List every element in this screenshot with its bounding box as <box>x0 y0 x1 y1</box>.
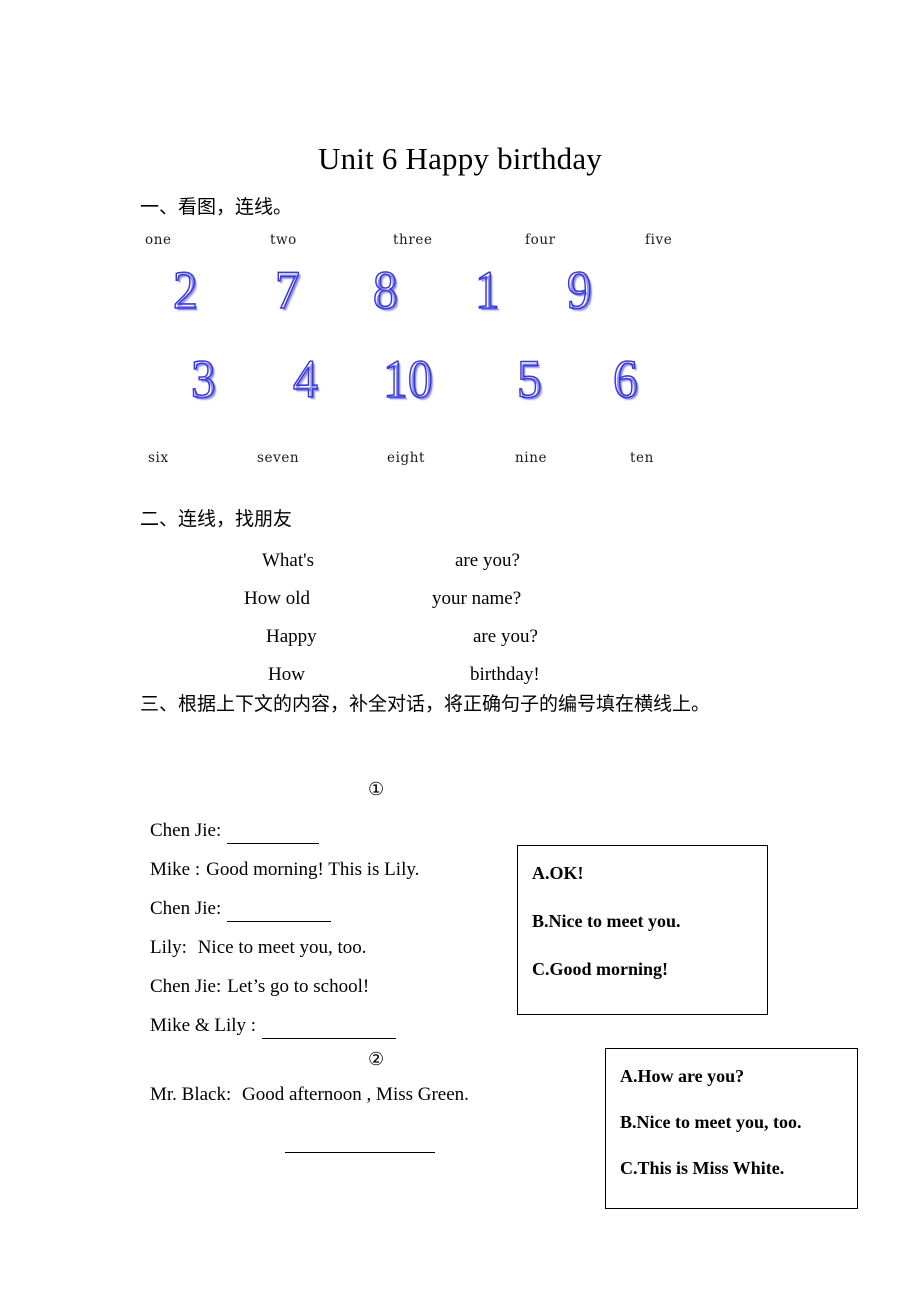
number-matching-figure: one two three four five 2 7 8 1 9 3 4 10… <box>135 228 715 478</box>
section-three-heading: 三、根据上下文的内容，补全对话，将正确句子的编号填在横线上。 <box>140 694 711 715</box>
phrase-matching-block: What's are you? How old your name? Happy… <box>140 545 780 697</box>
number-digit-10: 10 <box>382 349 433 409</box>
number-word-six: six <box>148 450 169 466</box>
option-a[interactable]: A.OK! <box>532 862 753 884</box>
dialogue-text: Good afternoon , Miss Green. <box>237 1084 469 1105</box>
match-right-are-you-1[interactable]: are you? <box>455 548 520 574</box>
section-two-heading: 二、连线，找朋友 <box>140 509 293 530</box>
answer-options-box-one: A.OK! B.Nice to meet you. C.Good morning… <box>517 845 768 1015</box>
dialogue-line: Chen Jie: Let’s go to school! <box>150 974 520 1013</box>
dialogue-line: Chen Jie: <box>150 818 520 857</box>
number-word-nine: nine <box>515 450 548 466</box>
number-digit-6: 6 <box>612 349 638 409</box>
answer-blank[interactable] <box>285 1140 435 1153</box>
page-title: Unit 6 Happy birthday <box>317 141 603 176</box>
match-left-whats[interactable]: What's <box>262 548 314 574</box>
match-right-birthday[interactable]: birthday! <box>470 662 540 688</box>
match-left-how[interactable]: How <box>268 662 305 688</box>
number-word-two: two <box>270 232 297 248</box>
dialogue-two: Mr. Black: Good afternoon , Miss Green. <box>150 1082 570 1121</box>
number-word-four: four <box>525 232 556 248</box>
section-one-heading: 一、看图，连线。 <box>140 197 293 218</box>
number-digit-4: 4 <box>292 349 318 409</box>
number-digit-7: 7 <box>274 260 300 320</box>
match-row: Happy are you? <box>140 621 780 659</box>
option-b[interactable]: B.Nice to meet you. <box>532 910 753 932</box>
speaker-label: Mike & Lily : <box>150 1015 257 1036</box>
answer-blank[interactable] <box>227 826 320 844</box>
match-right-your-name[interactable]: your name? <box>432 586 521 612</box>
dialogue-line: Mr. Black: Good afternoon , Miss Green. <box>150 1082 570 1121</box>
match-left-how-old[interactable]: How old <box>244 586 310 612</box>
dialogue-text: Let’s go to school! <box>227 976 370 997</box>
dialogue-one-marker: ① <box>368 779 385 799</box>
dialogue-one: Chen Jie: Mike : Good morning! This is Li… <box>150 818 520 1052</box>
dialogue-line: Mike : Good morning! This is Lily. <box>150 857 520 896</box>
speaker-label: Chen Jie: <box>150 898 222 919</box>
number-digit-3: 3 <box>190 349 216 409</box>
option-c[interactable]: C.Good morning! <box>532 958 753 980</box>
dialogue-line: Chen Jie: <box>150 896 520 935</box>
speaker-label: Chen Jie: <box>150 820 222 841</box>
option-a[interactable]: A.How are you? <box>620 1065 843 1087</box>
dialogue-text: Nice to meet you, too. <box>192 937 367 958</box>
option-c[interactable]: C.This is Miss White. <box>620 1157 843 1179</box>
speaker-label: Lily: <box>150 937 187 958</box>
answer-options-box-two: A.How are you? B.Nice to meet you, too. … <box>605 1048 858 1209</box>
worksheet-page: Unit 6 Happy birthday 一、看图，连线。 one two t… <box>0 0 920 1302</box>
dialogue-line: Lily: Nice to meet you, too. <box>150 935 520 974</box>
speaker-label: Mike : <box>150 859 201 880</box>
number-word-ten: ten <box>630 450 654 466</box>
number-word-five: five <box>645 232 673 248</box>
number-digit-1: 1 <box>474 260 500 320</box>
dialogue-two-marker: ② <box>368 1049 385 1069</box>
option-b[interactable]: B.Nice to meet you, too. <box>620 1111 843 1133</box>
number-digit-9: 9 <box>566 260 592 320</box>
number-word-three: three <box>393 232 433 248</box>
number-word-seven: seven <box>257 450 300 466</box>
match-row: What's are you? <box>140 545 780 583</box>
answer-blank[interactable] <box>227 904 332 922</box>
match-right-are-you-2[interactable]: are you? <box>473 624 538 650</box>
dialogue-text: Good morning! This is Lily. <box>206 859 420 880</box>
dialogue-line: Mike & Lily : <box>150 1013 520 1052</box>
speaker-label: Mr. Black: <box>150 1084 232 1105</box>
match-row: How old your name? <box>140 583 780 621</box>
speaker-label: Chen Jie: <box>150 976 222 997</box>
number-digit-5: 5 <box>516 349 542 409</box>
answer-blank[interactable] <box>262 1021 397 1039</box>
match-left-happy[interactable]: Happy <box>266 624 317 650</box>
number-word-one: one <box>145 232 172 248</box>
number-digit-2: 2 <box>172 260 198 320</box>
number-digit-8: 8 <box>372 260 398 320</box>
number-word-eight: eight <box>387 450 426 466</box>
